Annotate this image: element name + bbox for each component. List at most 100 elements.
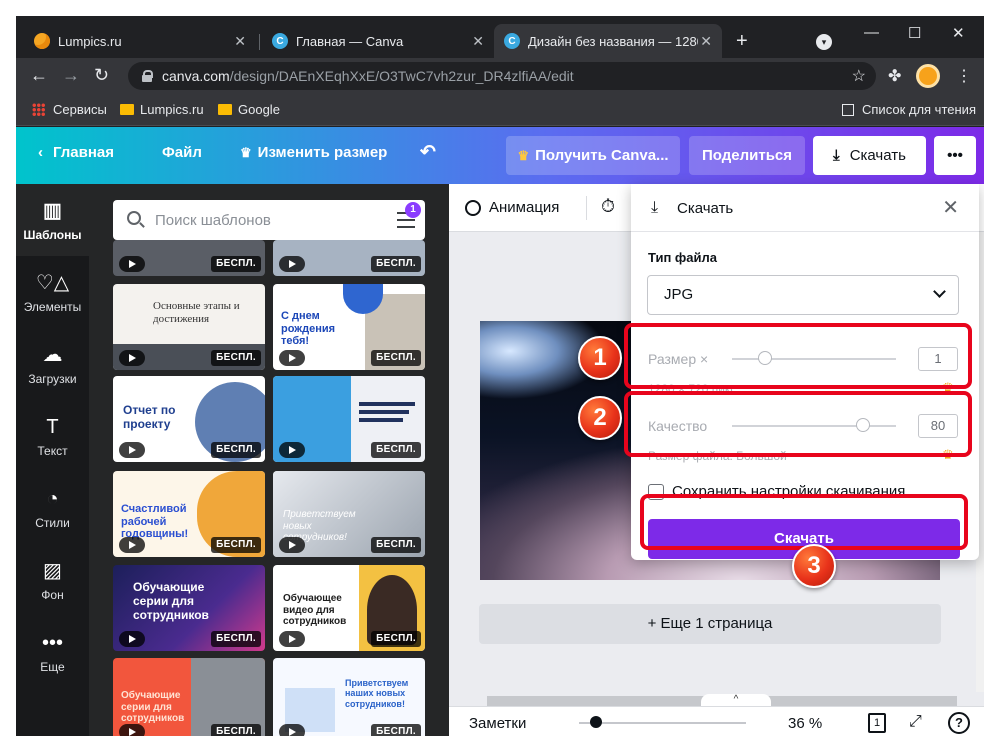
free-badge: БЕСПЛ. [371,724,421,736]
step-2-marker: 2 [578,396,622,440]
lumpics-favicon-icon [34,33,50,49]
toolbar-divider [586,196,587,220]
tab-canva-design[interactable]: C Дизайн без названия — 1280 × ✕ [494,24,722,58]
close-tab-icon[interactable]: ✕ [234,33,246,50]
chevron-left-icon: ‹ [38,144,43,161]
close-tab-icon[interactable]: ✕ [700,33,712,50]
nav-elements[interactable]: ♡△ Элементы [16,256,89,328]
maximize-icon[interactable]: ☐ [908,24,921,42]
reload-icon[interactable]: ↻ [94,65,109,86]
side-navigation: ▥ Шаблоны ♡△ Элементы ☁ Загрузки T Текст ◔ Ст… [16,184,89,736]
share-button[interactable]: Поделиться [689,136,805,175]
resize-button[interactable]: ♛ Изменить размер [240,144,387,161]
nav-more[interactable]: ••• Еще [16,616,89,688]
get-canva-pro-button[interactable]: ♛ Получить Canva... [506,136,680,175]
bookmark-label: Сервисы [53,102,107,117]
free-badge: БЕСПЛ. [371,631,421,647]
nav-uploads[interactable]: ☁ Загрузки [16,328,89,400]
tab-title: Главная — Canva [296,33,404,49]
nav-templates[interactable]: ▥ Шаблоны [16,184,89,256]
zoom-level[interactable]: 36 % [788,715,822,732]
forward-icon[interactable]: → [62,65,80,86]
highlight-quality-section [624,391,972,457]
template-card[interactable]: Отчет по проекту БЕСПЛ. [113,376,265,462]
back-icon[interactable]: ← [30,65,48,86]
templates-panel: Поиск шаблонов 1 БЕСПЛ. БЕСПЛ. Основные … [89,184,449,736]
home-button[interactable]: ‹ Главная [38,144,114,161]
extensions-icon[interactable]: ✤ [888,66,901,86]
close-window-icon[interactable]: ✕ [952,24,965,42]
template-card[interactable]: БЕСПЛ. [113,240,265,276]
nav-styles[interactable]: ◔ Стили [16,472,89,544]
bookmark-lumpics[interactable]: Lumpics.ru [120,102,204,117]
file-type-label: Тип файла [648,250,717,265]
template-card[interactable]: Обучающее видео для сотрудников БЕСПЛ. [273,565,425,651]
get-pro-label: Получить Canva... [535,147,669,164]
close-icon[interactable]: ✕ [942,195,959,220]
header-download-button[interactable]: ⤓ Скачать [813,136,926,175]
bookmark-label: Lumpics.ru [140,102,204,117]
crown-icon: ♛ [517,147,530,163]
nav-label: Элементы [23,300,82,314]
template-card[interactable]: БЕСПЛ. [273,376,425,462]
timer-icon[interactable]: ⏱ [601,196,615,217]
browser-window: Lumpics.ru ✕ C Главная — Canva ✕ C Дизай… [16,16,984,736]
tab-lumpics[interactable]: Lumpics.ru ✕ [24,24,256,58]
nav-label: Шаблоны [23,228,82,242]
add-page-button[interactable]: + Еще 1 страница [479,604,941,644]
template-search-input[interactable]: Поиск шаблонов 1 [113,200,425,240]
minimize-icon[interactable]: — [864,24,879,41]
template-card[interactable]: Основные этапы и достижения БЕСПЛ. [113,284,265,370]
free-badge: БЕСПЛ. [211,724,261,736]
templates-icon: ▥ [43,200,62,222]
file-type-value: JPG [664,286,694,303]
fullscreen-icon[interactable]: ⤢ [909,713,922,731]
free-badge: БЕСПЛ. [211,350,261,366]
editor-footer: Заметки 36 % 1 ⤢ ? [449,706,984,736]
close-tab-icon[interactable]: ✕ [472,33,484,50]
download-icon: ⤓ [651,199,659,216]
bookmark-apps[interactable]: Сервисы [32,102,107,117]
file-type-select[interactable]: JPG [647,275,959,315]
template-card[interactable]: БЕСПЛ. [273,240,425,276]
profile-avatar[interactable] [916,64,940,88]
play-icon [119,537,145,553]
template-card[interactable]: Приветствуем новых сотрудников! БЕСПЛ. [273,471,425,557]
zoom-slider[interactable] [579,722,746,724]
new-tab-icon[interactable]: + [736,30,748,53]
bookmark-google[interactable]: Google [218,102,280,117]
tab-search-icon[interactable]: ▾ [816,34,832,50]
help-icon[interactable]: ? [948,712,970,734]
file-menu-button[interactable]: Файл [162,144,202,161]
nav-background[interactable]: ▨ Фон [16,544,89,616]
download-icon: ⤓ [833,147,840,164]
chevron-down-icon [933,285,946,298]
template-card[interactable]: Счастливой рабочей годовщины! БЕСПЛ. [113,471,265,557]
undo-icon[interactable]: ↶ [420,141,436,164]
more-options-button[interactable]: ••• [934,136,976,175]
tab-canva-home[interactable]: C Главная — Canva ✕ [262,24,494,58]
address-bar[interactable]: canva.com/design/DAEnXEqhXxE/O3TwC7vh2zu… [128,62,876,90]
url-host: canva.com [162,68,230,84]
text-icon: T [46,416,59,438]
card-title: Отчет по проекту [123,403,176,431]
animation-icon [465,199,481,216]
template-card[interactable]: Обучающие серии для сотрудников БЕСПЛ. [113,565,265,651]
play-icon [279,724,305,736]
browser-menu-icon[interactable]: ⋮ [956,66,972,86]
bookmark-star-icon[interactable]: ☆ [852,66,866,86]
card-title: Обучающее видео для сотрудников [283,593,347,627]
reading-list-icon [842,103,854,116]
play-icon [279,442,305,458]
zoom-slider-knob[interactable] [589,716,602,728]
lock-icon [142,70,153,82]
notes-button[interactable]: Заметки [469,715,526,732]
animation-button[interactable]: Анимация [465,199,559,216]
play-icon [279,350,305,366]
template-card[interactable]: Обучающие серии для сотрудников БЕСПЛ. [113,658,265,736]
reading-list[interactable]: Список для чтения [842,102,976,117]
template-card[interactable]: С днем рождения тебя! БЕСПЛ. [273,284,425,370]
template-card[interactable]: Приветствуем наших новых сотрудников! БЕ… [273,658,425,736]
nav-text[interactable]: T Текст [16,400,89,472]
page-count-icon[interactable]: 1 [868,713,886,733]
